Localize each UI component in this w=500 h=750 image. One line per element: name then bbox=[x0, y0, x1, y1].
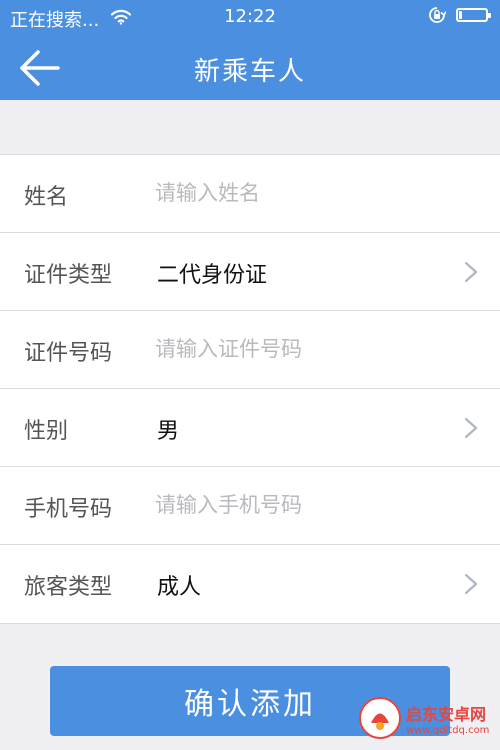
passenger-type-label: 旅客类型 bbox=[24, 575, 113, 600]
status-bar: 正在搜索... 12:22 bbox=[0, 0, 500, 34]
passenger-type-value: 成人 bbox=[157, 575, 202, 600]
watermark-text: 启东安卓网 www.qdltdq.com bbox=[406, 701, 489, 736]
watermark-name: 启东安卓网 bbox=[406, 704, 487, 724]
watermark-logo-icon bbox=[359, 697, 401, 739]
gender-row[interactable]: 性别 男 bbox=[0, 389, 500, 467]
id-type-value: 二代身份证 bbox=[157, 263, 268, 288]
header: 正在搜索... 12:22 新乘车人 bbox=[0, 0, 500, 100]
passenger-type-row[interactable]: 旅客类型 成人 bbox=[0, 545, 500, 623]
watermark: 启东安卓网 www.qdltdq.com bbox=[358, 690, 496, 746]
phone-input[interactable] bbox=[155, 485, 455, 525]
id-type-label: 证件类型 bbox=[24, 263, 113, 288]
id-number-input[interactable] bbox=[155, 329, 455, 369]
phone-label: 手机号码 bbox=[24, 497, 113, 522]
battery-icon bbox=[456, 8, 491, 22]
rotation-lock-icon bbox=[428, 6, 447, 24]
chevron-right-icon bbox=[464, 261, 478, 283]
watermark-url: www.qdltdq.com bbox=[406, 724, 490, 736]
id-type-row[interactable]: 证件类型 二代身份证 bbox=[0, 233, 500, 311]
id-number-label: 证件号码 bbox=[24, 341, 113, 366]
name-input[interactable] bbox=[155, 173, 455, 213]
gender-value: 男 bbox=[157, 419, 180, 444]
chevron-right-icon bbox=[464, 573, 478, 595]
name-row: 姓名 bbox=[0, 155, 500, 233]
battery-fill bbox=[459, 11, 463, 19]
gender-label: 性别 bbox=[24, 419, 69, 444]
status-time: 12:22 bbox=[224, 6, 276, 27]
chevron-right-icon bbox=[464, 417, 478, 439]
passenger-form: 姓名 证件类型 二代身份证 证件号码 性别 男 手机号码 旅客类型 成人 bbox=[0, 154, 500, 624]
status-right bbox=[428, 6, 491, 24]
page-title: 新乘车人 bbox=[193, 57, 306, 87]
id-number-row: 证件号码 bbox=[0, 311, 500, 389]
phone-row: 手机号码 bbox=[0, 467, 500, 545]
nav-bar: 新乘车人 bbox=[0, 34, 500, 100]
name-label: 姓名 bbox=[24, 185, 69, 210]
